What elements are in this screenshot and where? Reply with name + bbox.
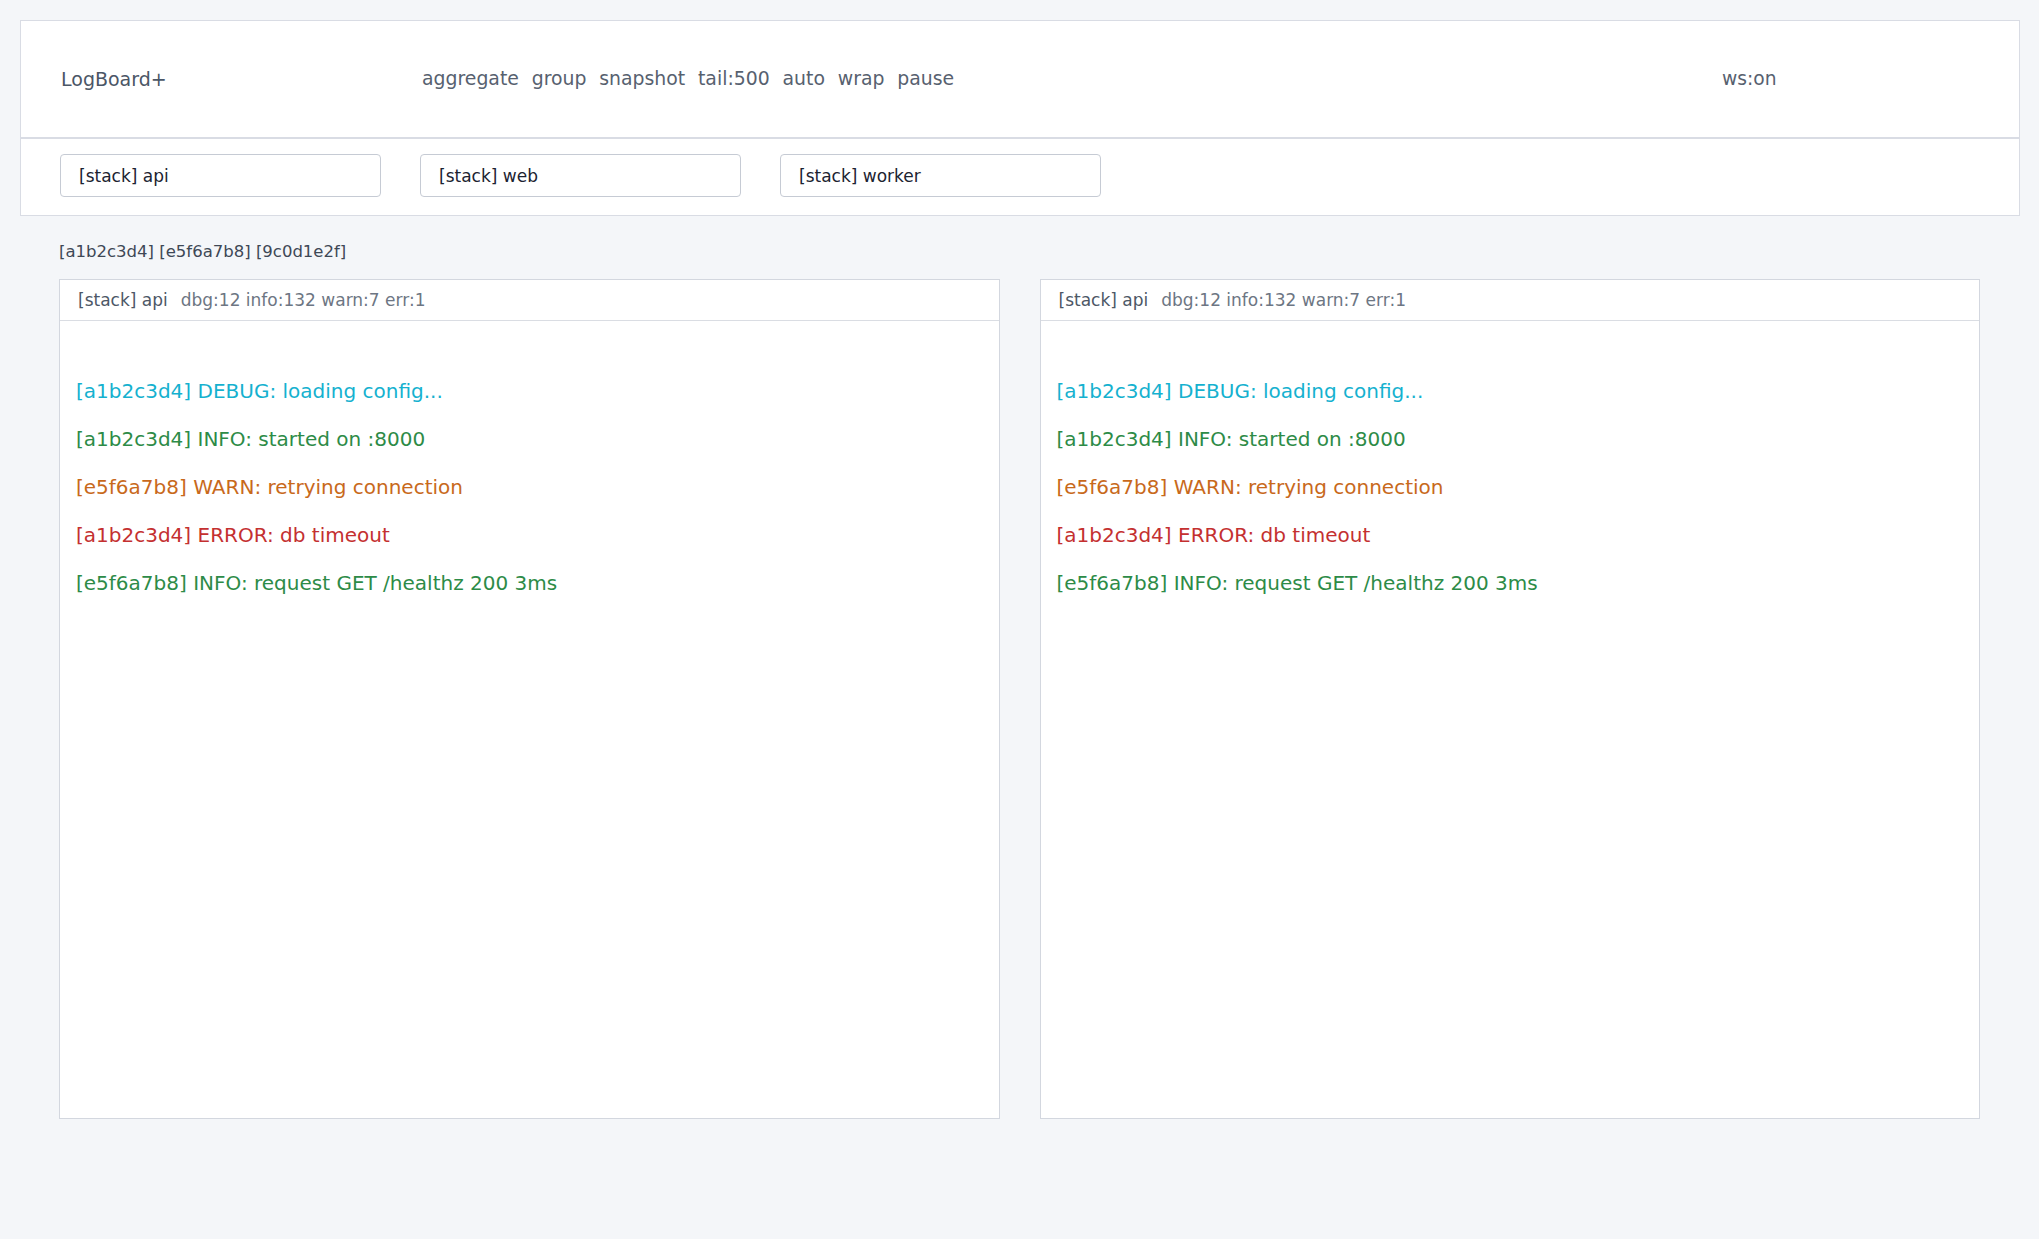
log-line-info: [e5f6a7b8] INFO: request GET /healthz 20… <box>1057 559 1964 607</box>
filter-input-api[interactable] <box>60 154 381 197</box>
panel-title: [stack] api <box>1059 290 1149 310</box>
header-bar: LogBoard+ aggregate group snapshot tail:500… <box>20 20 2020 138</box>
app-title: LogBoard+ <box>61 68 167 90</box>
panel-header: [stack] api dbg:12 info:132 warn:7 err:1 <box>60 280 999 321</box>
log-line-error: [a1b2c3d4] ERROR: db timeout <box>1057 511 1964 559</box>
toolbar-item-auto[interactable]: auto <box>783 68 825 89</box>
panel-level-counts: dbg:12 info:132 warn:7 err:1 <box>1161 290 1406 310</box>
toolbar-item-aggregate[interactable]: aggregate <box>422 68 519 89</box>
log-line-info: [a1b2c3d4] INFO: started on :8000 <box>1057 415 1964 463</box>
filter-bar <box>20 138 2020 216</box>
log-line-info: [e5f6a7b8] INFO: request GET /healthz 20… <box>76 559 983 607</box>
filter-input-worker[interactable] <box>780 154 1101 197</box>
toolbar-item-pause[interactable]: pause <box>897 68 954 89</box>
filter-input-web[interactable] <box>420 154 741 197</box>
panel-level-counts: dbg:12 info:132 warn:7 err:1 <box>181 290 426 310</box>
log-line-warn: [e5f6a7b8] WARN: retrying connection <box>1057 463 1964 511</box>
log-list[interactable]: [a1b2c3d4] DEBUG: loading config...[a1b2… <box>60 321 999 608</box>
log-panel-left: [stack] api dbg:12 info:132 warn:7 err:1… <box>59 279 1000 1119</box>
toolbar-item-tail-500[interactable]: tail:500 <box>698 68 770 89</box>
log-panels: [stack] api dbg:12 info:132 warn:7 err:1… <box>59 279 1980 1119</box>
trace-id-list: [a1b2c3d4] [e5f6a7b8] [9c0d1e2f] <box>59 242 346 261</box>
log-list[interactable]: [a1b2c3d4] DEBUG: loading config...[a1b2… <box>1041 321 1980 608</box>
log-line-debug: [a1b2c3d4] DEBUG: loading config... <box>76 367 983 415</box>
toolbar-item-wrap[interactable]: wrap <box>838 68 885 89</box>
log-line-warn: [e5f6a7b8] WARN: retrying connection <box>76 463 983 511</box>
ws-status-toggle[interactable]: ws:on <box>1722 20 1777 136</box>
panel-header: [stack] api dbg:12 info:132 warn:7 err:1 <box>1041 280 1980 321</box>
toolbar-item-snapshot[interactable]: snapshot <box>599 68 685 89</box>
log-panel-right: [stack] api dbg:12 info:132 warn:7 err:1… <box>1040 279 1981 1119</box>
log-line-debug: [a1b2c3d4] DEBUG: loading config... <box>1057 367 1964 415</box>
toolbar-menu: aggregate group snapshot tail:500 auto wrappa… <box>422 20 954 136</box>
toolbar-item-group[interactable]: group <box>532 68 587 89</box>
log-line-error: [a1b2c3d4] ERROR: db timeout <box>76 511 983 559</box>
panel-title: [stack] api <box>78 290 168 310</box>
log-line-info: [a1b2c3d4] INFO: started on :8000 <box>76 415 983 463</box>
